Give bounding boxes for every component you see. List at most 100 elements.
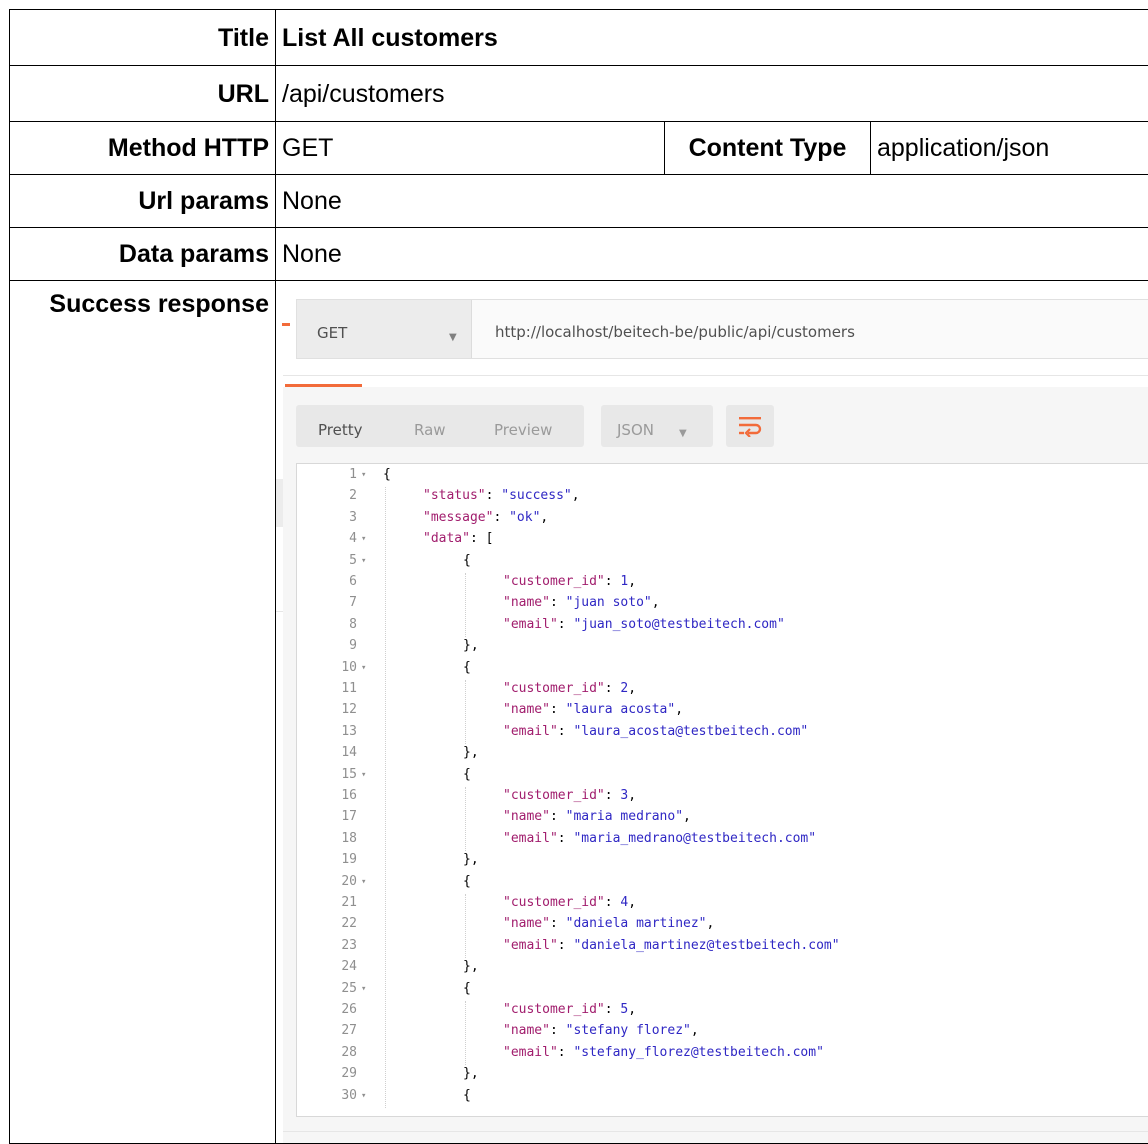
code-token: : [485,488,502,504]
code-line: 15 ▾ { [297,766,1148,784]
code-token: { [463,659,471,675]
code-line: 17 "name": "maria medrano", [297,808,1148,826]
response-screenshot-cell: GET ▼ http://localhost/beitech-be/public… [275,280,1148,1144]
fold-caret-icon[interactable]: ▾ [361,873,366,891]
code-token: : [604,574,621,589]
method-select[interactable]: GET ▼ [297,300,472,358]
code-token: : [604,788,621,803]
code-token: }, [463,745,479,761]
code-token: }, [463,852,479,868]
line-number: 23 [341,937,357,953]
code-text: "email": "daniela_martinez@testbeitech.c… [503,937,840,955]
code-token: "customer_id" [503,574,605,589]
code-token: "name" [503,1023,550,1039]
code-token: , [628,895,637,910]
code-token: , [628,681,637,696]
code-token: : [557,616,574,632]
code-token: { [463,766,471,782]
format-select[interactable]: JSON ▼ [601,405,713,447]
code-token: "daniela_martinez@testbeitech.com" [573,937,840,953]
url-params-label: Url params [9,174,276,228]
fold-caret-icon[interactable]: ▾ [361,659,366,677]
method-select-value: GET [317,324,348,342]
code-line: 26 "customer_id": 5, [297,1001,1148,1019]
code-line: 22 "name": "daniela martinez", [297,915,1148,933]
fold-caret-icon[interactable]: ▾ [361,530,366,548]
content-type-value: application/json [870,121,1148,175]
code-text: { [463,766,471,784]
code-text: }, [463,851,479,869]
code-token: "name" [503,595,550,611]
code-token: { [463,552,471,568]
tab-raw[interactable]: Raw [414,416,446,444]
line-number: 26 [341,1002,357,1017]
indent-guide [465,894,466,959]
active-tab-marker [282,323,290,326]
code-token: "email" [503,937,558,953]
indent-guide [465,787,466,852]
code-line: 6 "customer_id": 1, [297,573,1148,591]
code-token: , [628,788,637,803]
code-token: , [651,595,660,611]
code-token: : [557,1044,574,1060]
fold-caret-icon[interactable]: ▾ [361,1087,366,1105]
postman-screenshot: GET ▼ http://localhost/beitech-be/public… [276,281,1148,1143]
code-token: "stefany_florez@testbeitech.com" [573,1044,824,1060]
response-body-editor[interactable]: 1 ▾ {2 "status": "success", 3 "message": "ok"… [296,463,1148,1117]
line-number: 27 [341,1023,357,1039]
code-token: , [675,702,684,718]
code-text: }, [463,958,479,976]
code-line: 10 ▾ { [297,659,1148,677]
code-text: }, [463,637,479,655]
indent-guide [465,1001,466,1066]
line-number: 13 [341,723,357,739]
method-row: Method HTTP GET Content Type application… [9,121,1148,175]
api-spec-table: Title List All customers URL /api/custom… [9,9,1148,1144]
indent-guide [465,573,466,638]
line-number: 5 [349,552,357,568]
code-text: "status": "success", [423,487,580,505]
code-line: 20 ▾ { [297,873,1148,891]
line-number: 14 [341,745,357,761]
fold-caret-icon[interactable]: ▾ [361,466,366,484]
code-line: 21 "customer_id": 4, [297,894,1148,912]
fold-caret-icon[interactable]: ▾ [361,552,366,570]
code-token: "laura acosta" [565,702,676,718]
line-number: 19 [341,852,357,868]
tab-preview[interactable]: Preview [494,416,552,444]
indent-guide [385,487,386,1108]
code-token: { [463,873,471,889]
line-number: 25 [341,980,357,996]
request-url-input[interactable]: http://localhost/beitech-be/public/api/c… [495,318,855,346]
code-text: "name": "maria medrano", [503,808,691,826]
code-line: 19}, [297,851,1148,869]
code-token: , [706,916,715,932]
fold-caret-icon[interactable]: ▾ [361,980,366,998]
fold-caret-icon[interactable]: ▾ [361,766,366,784]
code-token: , [540,509,549,525]
url-params-value: None [275,174,1148,228]
code-text: "name": "daniela martinez", [503,915,714,933]
tab-pretty[interactable]: Pretty [318,416,363,444]
code-token: "laura_acosta@testbeitech.com" [573,723,809,739]
code-token: "customer_id" [503,1002,605,1017]
code-token: "maria_medrano@testbeitech.com" [573,830,817,846]
code-token: "maria medrano" [565,809,684,825]
code-token: "customer_id" [503,788,605,803]
code-token: : [549,595,566,611]
code-token: "email" [503,830,558,846]
code-token: }, [463,638,479,654]
code-token: "juan_soto@testbeitech.com" [573,616,785,632]
line-number: 16 [341,788,357,803]
format-select-value: JSON [617,421,654,439]
code-token: , [683,809,691,825]
code-token: "name" [503,702,550,718]
code-text: { [463,1087,471,1105]
code-token: "email" [503,1044,558,1060]
code-token: : [604,1002,621,1017]
wrap-lines-button[interactable] [726,405,774,447]
request-divider [283,375,1148,376]
code-token: : [549,702,566,718]
code-line: 30 ▾ { [297,1087,1148,1105]
data-params-row: Data params None [9,227,1148,281]
